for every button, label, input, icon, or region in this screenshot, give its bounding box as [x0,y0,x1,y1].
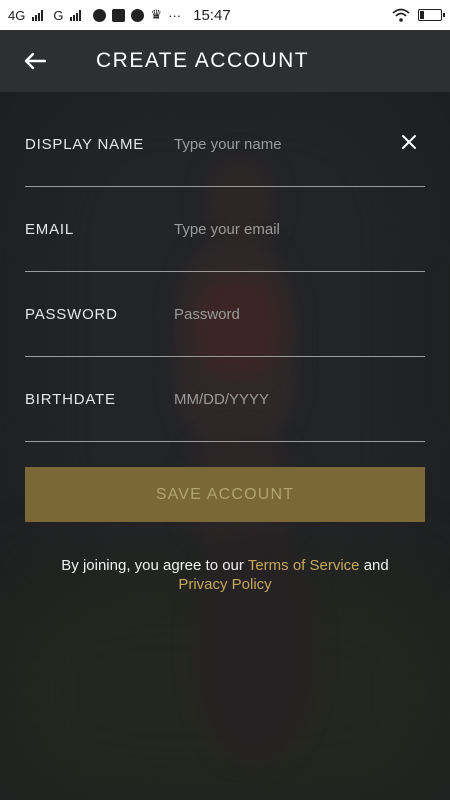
legal-and: and [363,557,389,574]
email-input[interactable] [172,219,425,239]
notification-app-icon [93,8,107,22]
privacy-policy-link[interactable]: Privacy Policy [178,576,271,593]
password-row: PASSWORD [25,272,425,357]
back-arrow-icon [24,52,46,70]
birthdate-input[interactable] [172,389,425,409]
email-label: EMAIL [25,220,75,238]
more-notifications: ··· [168,7,182,23]
play-icon [131,8,145,22]
display-name-label: DISPLAY NAME [25,135,145,153]
network-type-2: G [53,7,64,23]
crown-icon: ♛ [150,7,163,22]
clear-icon[interactable] [401,134,417,150]
signal-icon [32,9,44,21]
terms-of-service-link[interactable]: Terms of Service [248,557,360,574]
wifi-icon [392,8,410,22]
password-label: PASSWORD [25,305,118,323]
app-bar: CREATE ACCOUNT [0,30,450,92]
mail-icon [112,8,126,22]
signal-icon-2 [70,9,82,21]
status-bar: 4G G ♛ ··· 15:47 [0,0,450,30]
password-input[interactable] [172,304,425,324]
legal-prefix: By joining, you agree to our [61,557,244,574]
display-name-row: DISPLAY NAME [25,102,425,187]
birthdate-label: BIRTHDATE [25,390,116,408]
email-row: EMAIL [25,187,425,272]
page-title: CREATE ACCOUNT [96,49,310,72]
network-type-1: 4G [8,7,26,23]
create-account-form: DISPLAY NAME EMAIL PASSWORD BIRTHDATE [25,102,425,442]
back-button[interactable] [0,30,70,92]
legal-notice: By joining, you agree to our Terms of Se… [25,556,425,594]
birthdate-row: BIRTHDATE [25,357,425,442]
clock: 15:47 [193,6,231,24]
display-name-input[interactable] [172,134,425,154]
save-account-button[interactable]: SAVE ACCOUNT [25,467,425,522]
battery-icon [418,9,445,21]
